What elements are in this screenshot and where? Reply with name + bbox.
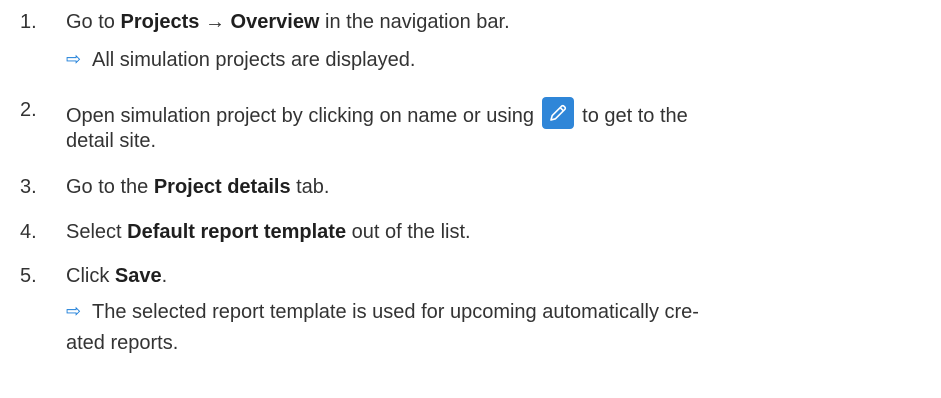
- step-text: Click Save.: [66, 263, 926, 289]
- step-text-part: Select: [66, 221, 128, 243]
- result-text: ated reports.: [66, 332, 179, 354]
- step-text: Open simulation project by clicking on n…: [66, 97, 926, 129]
- step-number: 1.: [20, 11, 37, 33]
- step-text: Go to Projects → Overview in the navigat…: [66, 9, 926, 35]
- tab-project-details: Project details: [153, 176, 291, 198]
- step-text: detail site.: [66, 130, 157, 152]
- step-number: 5.: [20, 265, 37, 287]
- menu-overview: Overview: [230, 11, 320, 33]
- menu-projects: Projects: [120, 11, 200, 33]
- step-text-part: Click: [66, 265, 115, 287]
- step-number: 4.: [20, 221, 37, 243]
- save-label: Save: [114, 265, 162, 287]
- step-text-part: to get to the: [576, 105, 688, 127]
- option-default-report-template: Default report template: [127, 221, 347, 243]
- instruction-steps: 1. Go to Projects → Overview in the navi…: [0, 0, 941, 398]
- step-number: 2.: [20, 99, 37, 121]
- step-text-part: tab.: [290, 176, 330, 198]
- result-text: All simulation projects are displayed.: [92, 49, 416, 71]
- pencil-edit-icon: [541, 97, 574, 129]
- step-text-part: Open simulation project by clicking on n…: [66, 105, 540, 127]
- step-text-part: out of the list.: [346, 221, 471, 243]
- step-5-result: ⇨ The selected report template is used fo…: [66, 296, 926, 327]
- step-text-part: →: [199, 11, 231, 33]
- result-arrow-icon: ⇨: [66, 301, 82, 321]
- step-number: 3.: [20, 176, 37, 198]
- step-text: Go to the Project details tab.: [66, 174, 926, 200]
- step-text-part: Go to: [66, 11, 121, 33]
- result-arrow-icon: ⇨: [66, 49, 82, 69]
- step-1-result: ⇨ All simulation projects are displayed.: [66, 44, 926, 75]
- step-text: Select Default report template out of th…: [66, 219, 926, 245]
- step-5-result-line2: ated reports.: [66, 328, 926, 358]
- step-text-part: .: [161, 265, 168, 287]
- step-text-part: in the navigation bar.: [319, 11, 510, 33]
- result-text: The selected report template is used for…: [92, 301, 699, 323]
- step-text-part: Go to the: [66, 176, 154, 198]
